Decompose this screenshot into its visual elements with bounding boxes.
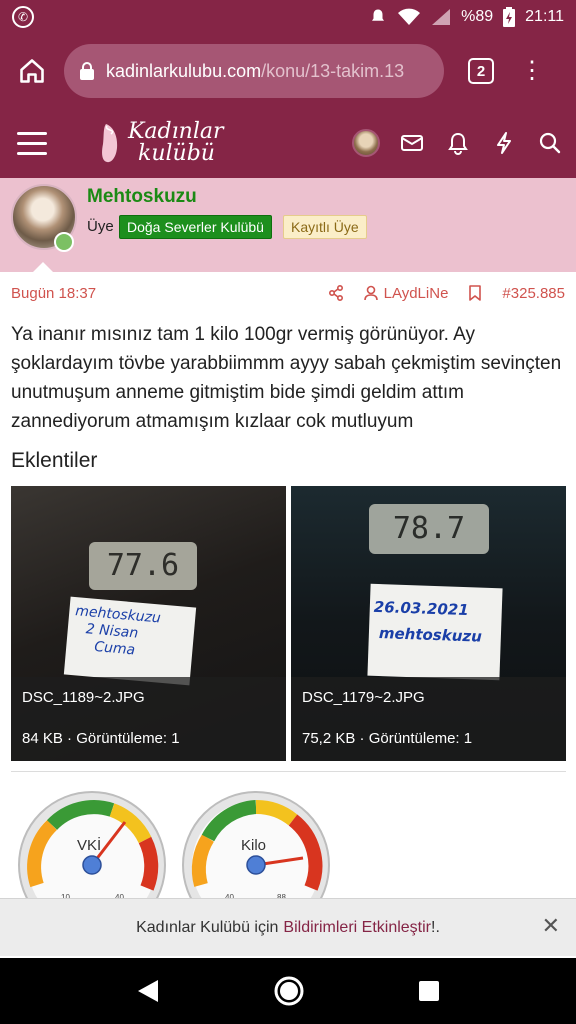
scale-display-1: 77.6: [89, 542, 197, 590]
clock: 21:11: [525, 8, 564, 25]
author-role: Üye: [87, 218, 114, 235]
handwritten-note-2: 26.03.2021 mehtoskuzu: [367, 583, 503, 681]
android-nav-bar: [0, 958, 576, 1024]
weight-gauge-dial: Kilo 40 88: [182, 791, 330, 939]
attachment-thumbnail-2[interactable]: 78.7 26.03.2021 mehtoskuzu DSC_1179~2.JP…: [291, 486, 566, 761]
home-icon: [20, 59, 44, 83]
user-icon: [363, 285, 378, 301]
post-pointer: [33, 262, 53, 272]
lightning-icon[interactable]: [490, 129, 518, 157]
lock-icon: [80, 62, 94, 80]
quoted-user-link[interactable]: LAydLiNe: [363, 284, 449, 302]
scale-reading-1: 77.6: [106, 548, 180, 583]
battery-percent: %89: [461, 8, 494, 25]
attachment-caption-1: DSC_1189~2.JPG 84 KB · Görüntüleme: 1: [11, 677, 286, 761]
signature-divider: [11, 771, 566, 772]
attachment-caption-2: DSC_1179~2.JPG 75,2 KB · Görüntüleme: 1: [291, 677, 566, 761]
signal-icon: [432, 9, 451, 25]
browser-menu-icon[interactable]: ⋮: [520, 59, 544, 83]
home-circle-icon[interactable]: [273, 975, 305, 1007]
site-logo[interactable]: Kadınlar kulübü: [98, 120, 224, 166]
url-bar[interactable]: kadinlarkulubu.com/konu/13-takim.13: [64, 44, 444, 98]
bmi-gauge: VKİ 10 40: [17, 790, 167, 939]
url-path: /konu/13-takim.13: [261, 60, 405, 81]
scale-display-2: 78.7: [369, 504, 489, 554]
tab-switcher-button[interactable]: 2: [468, 58, 494, 84]
bookmark-icon: [469, 285, 482, 301]
post-time[interactable]: Bugün 18:37: [11, 285, 96, 302]
notification-suffix: !.: [431, 918, 440, 936]
attachment-thumbnail-1[interactable]: 77.6 mehtoskuzu 2 Nisan Cuma DSC_1189~2.…: [11, 486, 286, 761]
wifi-icon: [398, 8, 421, 25]
home-button[interactable]: [0, 34, 64, 108]
attachment-info-1: 84 KB · Görüntüleme: 1: [22, 730, 180, 747]
attachments-title: Eklentiler: [11, 449, 98, 472]
attachment-filename-1: DSC_1189~2.JPG: [22, 689, 145, 706]
logo-line-1: Kadınlar: [128, 119, 224, 144]
browser-toolbar: kadinlarkulubu.com/konu/13-takim.13 2 ⋮: [0, 34, 576, 108]
bookmark-button[interactable]: [468, 285, 482, 301]
battery-icon: [503, 7, 516, 27]
back-icon[interactable]: [136, 978, 160, 1004]
inbox-icon[interactable]: [398, 129, 426, 157]
handwritten-note-1: mehtoskuzu 2 Nisan Cuma: [63, 596, 197, 686]
hamburger-menu-icon[interactable]: [0, 108, 64, 178]
notification-banner: Kadınlar Kulübü için Bildirimleri Etkinl…: [0, 898, 576, 956]
search-icon[interactable]: [536, 129, 564, 157]
note-2-line-2: mehtoskuzu: [378, 624, 483, 646]
attachment-filename-2: DSC_1179~2.JPG: [302, 689, 425, 706]
url-domain: kadinlarkulubu.com: [106, 60, 262, 81]
logo-line-2: kulübü: [138, 141, 215, 166]
share-icon: [328, 285, 343, 301]
attachment-info-2: 75,2 KB · Görüntüleme: 1: [302, 730, 473, 747]
recents-icon[interactable]: [418, 980, 440, 1002]
bmi-gauge-dial: VKİ 10 40: [18, 791, 166, 939]
post-meta: Bugün 18:37 LAydLiNe #325.885: [0, 272, 576, 314]
status-badge: Kayıtlı Üye: [283, 215, 367, 239]
author-name[interactable]: Mehtoskuzu: [87, 186, 197, 208]
post-body: Ya inanır mısınız tam 1 kilo 100gr vermi…: [11, 324, 562, 432]
enable-notifications-link[interactable]: Bildirimleri Etkinleştir: [283, 919, 431, 937]
status-bar: ✆ %89 21:11: [0, 0, 576, 34]
online-status-icon: [54, 232, 74, 252]
ballet-shoe-icon: [102, 124, 118, 163]
bell-icon[interactable]: [444, 129, 472, 157]
post-number-link[interactable]: #325.885: [502, 285, 565, 302]
whatsapp-icon: ✆: [12, 6, 34, 28]
weight-gauge-label: Kilo: [241, 837, 266, 854]
notification-prefix: Kadınlar Kulübü için: [136, 918, 279, 936]
site-header: Kadınlar kulübü: [0, 108, 576, 178]
status-indicators: %89 21:11: [369, 7, 564, 27]
account-avatar[interactable]: [352, 129, 380, 157]
header-actions: [352, 129, 576, 157]
close-icon[interactable]: ✕: [542, 913, 560, 939]
weight-gauge: Kilo 40 88: [181, 790, 331, 939]
scale-reading-2: 78.7: [392, 511, 466, 546]
quoted-user-name: LAydLiNe: [383, 284, 449, 302]
bmi-gauge-label: VKİ: [77, 836, 101, 854]
share-button[interactable]: [328, 285, 344, 301]
alarm-icon: [372, 9, 385, 21]
post-author-block: Mehtoskuzu Üye Doğa Severler Kulübü Kayı…: [0, 178, 576, 272]
group-badge: Doğa Severler Kulübü: [119, 215, 272, 239]
